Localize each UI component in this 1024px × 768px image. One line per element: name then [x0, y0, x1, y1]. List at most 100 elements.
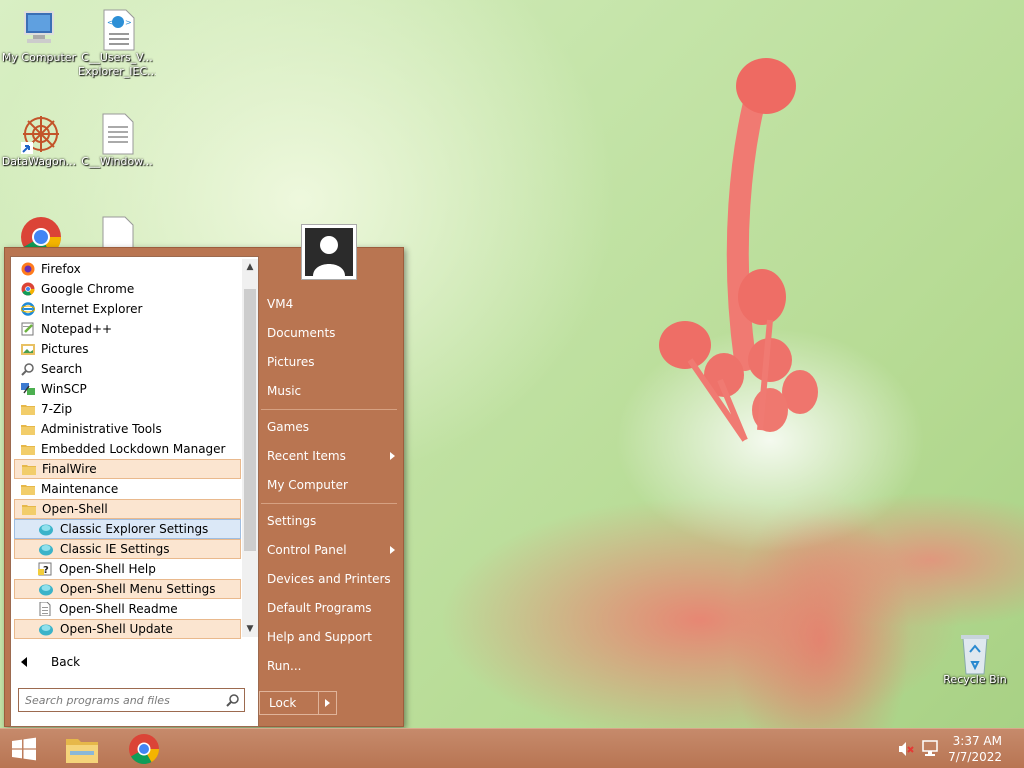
clock-time: 3:37 AM [952, 734, 1002, 748]
program-item-pictures[interactable]: Pictures [14, 339, 241, 359]
computer-icon [19, 8, 59, 48]
programs-scrollbar[interactable]: ▲ ▼ [242, 259, 258, 637]
shell-icon [39, 542, 53, 556]
folder-icon [21, 442, 35, 456]
system-clock[interactable]: 3:37 AM 7/7/2022 [932, 733, 1002, 765]
clock-date: 7/7/2022 [948, 750, 1002, 764]
menu-item-pictures[interactable]: Pictures [267, 351, 399, 373]
program-item-search[interactable]: Search [14, 359, 241, 379]
program-item-open-shell[interactable]: Open-Shell [14, 499, 241, 519]
search-input[interactable] [19, 689, 219, 711]
internet-explorer-icon [20, 302, 36, 316]
back-arrow-icon [21, 657, 27, 667]
taskbar-file-explorer[interactable] [60, 729, 104, 768]
search-icon[interactable] [226, 693, 240, 707]
desktop-icon-label: C__Window... [81, 155, 153, 168]
notepad-plus-plus-icon [21, 322, 35, 336]
program-item-classic-explorer-settings[interactable]: Classic Explorer Settings [14, 519, 241, 539]
desktop-icon-ie-file[interactable]: < > C__Users_V... Explorer_IEC... [78, 8, 158, 79]
html-document-icon: < > [98, 8, 138, 51]
document-icon [38, 601, 52, 617]
menu-item-games[interactable]: Games [267, 416, 399, 438]
desktop-icon-label: My Computer [1, 51, 77, 64]
svg-text:?: ? [43, 565, 49, 576]
desktop-icon-label: C__Users_V... Explorer_IEC... [78, 51, 156, 78]
chrome-icon [129, 734, 159, 765]
program-item-finalwire[interactable]: FinalWire [14, 459, 241, 479]
menu-item-settings[interactable]: Settings [267, 510, 399, 532]
folder-icon [21, 422, 35, 436]
program-item-administrative-tools[interactable]: Administrative Tools [14, 419, 241, 439]
taskbar-chrome[interactable] [122, 729, 166, 768]
menu-item-recent-items[interactable]: Recent Items [267, 445, 399, 467]
menu-item-music[interactable]: Music [267, 380, 399, 402]
recycle-bin-icon [955, 630, 995, 675]
programs-list: Firefox Google Chrome Internet Explorer … [14, 259, 241, 639]
program-item-embedded-lockdown-manager[interactable]: Embedded Lockdown Manager [14, 439, 241, 459]
program-item-open-shell-help[interactable]: ? Open-Shell Help [14, 559, 241, 579]
text-document-icon [97, 112, 137, 155]
program-item-internet-explorer[interactable]: Internet Explorer [14, 299, 241, 319]
scroll-down-arrow-icon[interactable]: ▼ [242, 621, 258, 637]
scroll-up-arrow-icon[interactable]: ▲ [242, 259, 258, 275]
taskbar: 3:37 AM 7/7/2022 [0, 728, 1024, 768]
menu-item-control-panel[interactable]: Control Panel [267, 539, 399, 561]
start-menu: Firefox Google Chrome Internet Explorer … [4, 224, 404, 727]
help-icon: ? [38, 562, 52, 576]
program-item-7-zip[interactable]: 7-Zip [14, 399, 241, 419]
volume-muted-icon[interactable] [896, 729, 916, 768]
folder-icon [21, 402, 35, 416]
shutdown-options-arrow-icon[interactable] [325, 699, 330, 707]
desktop-icon-my-computer[interactable]: My Computer [0, 8, 78, 65]
shell-icon [39, 522, 53, 536]
program-item-open-shell-readme[interactable]: Open-Shell Readme [14, 599, 241, 619]
firefox-icon [21, 262, 35, 276]
back-button[interactable]: Back [11, 651, 258, 673]
search-box[interactable] [18, 688, 245, 712]
winscp-icon [21, 382, 35, 396]
user-silhouette-icon [305, 228, 353, 276]
programs-panel: Firefox Google Chrome Internet Explorer … [10, 256, 259, 727]
shell-icon [39, 582, 53, 596]
menu-item-devices-and-printers[interactable]: Devices and Printers [267, 568, 399, 590]
menu-separator [261, 503, 397, 504]
program-item-winscp[interactable]: WinSCP [14, 379, 241, 399]
submenu-arrow-icon [390, 546, 395, 554]
pictures-icon [21, 342, 35, 356]
menu-item-default-programs[interactable]: Default Programs [267, 597, 399, 619]
program-item-google-chrome[interactable]: Google Chrome [14, 279, 241, 299]
start-button[interactable] [4, 729, 44, 768]
svg-text:<: < [107, 18, 114, 27]
menu-item-documents[interactable]: Documents [267, 322, 399, 344]
program-item-open-shell-menu-settings[interactable]: Open-Shell Menu Settings [14, 579, 241, 599]
desktop-icon-recycle-bin[interactable]: Recycle Bin [936, 630, 1014, 687]
file-explorer-icon [66, 739, 98, 763]
shell-icon [39, 622, 53, 636]
lock-button-divider [318, 692, 319, 714]
menu-item-user-folder[interactable]: VM4 [267, 293, 399, 315]
program-item-open-shell-update[interactable]: Open-Shell Update [14, 619, 241, 639]
lock-button[interactable]: Lock [259, 691, 337, 715]
svg-text:>: > [125, 18, 132, 27]
search-icon [21, 362, 35, 376]
desktop-icon-datawagon[interactable]: DataWagon... [0, 112, 78, 169]
menu-separator [261, 409, 397, 410]
program-item-classic-ie-settings[interactable]: Classic IE Settings [14, 539, 241, 559]
folder-icon [22, 462, 36, 476]
menu-item-run[interactable]: Run... [267, 655, 399, 677]
program-item-notepad-plus-plus[interactable]: Notepad++ [14, 319, 241, 339]
desktop-icon-label: DataWagon... [1, 155, 77, 168]
menu-item-help-and-support[interactable]: Help and Support [267, 626, 399, 648]
program-item-firefox[interactable]: Firefox [14, 259, 241, 279]
user-avatar[interactable] [301, 224, 357, 280]
submenu-arrow-icon [390, 452, 395, 460]
datawagon-icon [19, 112, 59, 154]
menu-item-my-computer[interactable]: My Computer [267, 474, 399, 496]
scrollbar-thumb[interactable] [244, 289, 256, 551]
folder-icon [21, 482, 35, 496]
program-item-maintenance[interactable]: Maintenance [14, 479, 241, 499]
folder-icon [22, 502, 36, 516]
chrome-icon [21, 282, 35, 296]
desktop-icon-windows-file[interactable]: C__Window... [78, 112, 156, 169]
windows-logo-icon [12, 737, 36, 761]
